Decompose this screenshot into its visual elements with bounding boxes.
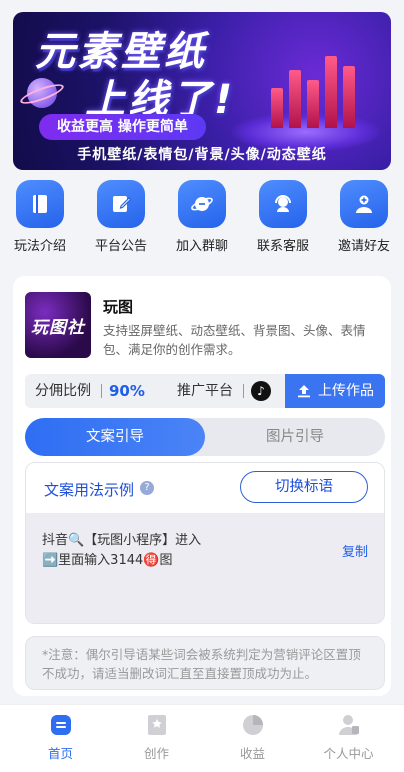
quick-link-label: 平台公告 bbox=[94, 239, 147, 254]
divider bbox=[243, 384, 244, 398]
app-description: 支持竖屏壁纸、动态壁纸、背景图、头像、表情包、满足你的创作需求。 bbox=[103, 323, 366, 357]
copy-text-line: ➡️里面输入3144🉐图 bbox=[42, 553, 173, 568]
copy-button[interactable]: 复制 bbox=[342, 541, 368, 560]
quick-link-join-group[interactable]: 加入群聊 bbox=[162, 180, 242, 254]
commission-value: 90% bbox=[109, 382, 145, 400]
app-thumbnail: 玩图社 bbox=[25, 292, 91, 358]
headset-icon bbox=[259, 180, 307, 228]
banner-subline: 手机壁纸/表情包/背景/头像/动态壁纸 bbox=[77, 147, 327, 163]
planet-chat-icon bbox=[178, 180, 226, 228]
copy-example-text[interactable]: 抖音🔍【玩图小程序】进入 ➡️里面输入3144🉐图 bbox=[42, 531, 201, 571]
quick-link-intro[interactable]: 玩法介绍 bbox=[0, 180, 80, 254]
nav-profile[interactable]: 个人中心 bbox=[298, 713, 399, 762]
help-icon[interactable]: ? bbox=[140, 481, 154, 495]
upload-work-button[interactable]: 上传作品 bbox=[285, 374, 385, 408]
profile-icon bbox=[338, 715, 359, 735]
copy-example-header: 文案用法示例 ? 切换标语 bbox=[26, 463, 384, 513]
platform-label: 推广平台 bbox=[177, 383, 233, 399]
book-icon bbox=[16, 180, 64, 228]
notice-text: *注意：偶尔引导语某些词会被系统判定为营销评论区置顶不成功，请适当删改词汇直至直… bbox=[25, 636, 385, 690]
quick-link-invite[interactable]: 邀请好友 bbox=[324, 180, 404, 254]
add-friend-icon bbox=[340, 180, 388, 228]
edit-note-icon bbox=[97, 180, 145, 228]
divider bbox=[101, 384, 102, 398]
tab-image-guide[interactable]: 图片引导 bbox=[205, 418, 385, 456]
tiktok-icon: ♪ bbox=[251, 381, 271, 401]
bar-chart-illustration bbox=[241, 36, 371, 146]
app-name: 玩图 bbox=[103, 298, 134, 316]
upload-icon bbox=[298, 385, 310, 398]
nav-label: 首页 bbox=[47, 746, 73, 761]
tab-text-guide[interactable]: 文案引导 bbox=[25, 418, 205, 456]
copy-text-line: 抖音🔍【玩图小程序】进入 bbox=[42, 533, 202, 548]
nav-home[interactable]: 首页 bbox=[10, 713, 111, 762]
bottom-nav: 首页 创作 收益 个人中心 bbox=[0, 704, 404, 772]
promo-banner[interactable]: 元素壁纸 上线了! 收益更高 操作更简单 手机壁纸/表情包/背景/头像/动态壁纸 bbox=[13, 12, 391, 170]
quick-link-label: 玩法介绍 bbox=[13, 239, 66, 254]
switch-slogan-button[interactable]: 切换标语 bbox=[240, 471, 368, 503]
app-card: 玩图社 玩图 支持竖屏壁纸、动态壁纸、背景图、头像、表情包、满足你的创作需求。 … bbox=[13, 276, 391, 696]
create-icon bbox=[147, 715, 166, 735]
commission-label: 分佣比例 bbox=[35, 383, 91, 399]
banner-title: 元素壁纸 上线了! bbox=[35, 29, 236, 123]
home-icon bbox=[50, 715, 71, 735]
nav-label: 收益 bbox=[239, 746, 265, 761]
nav-earnings[interactable]: 收益 bbox=[202, 713, 303, 762]
copy-example-title: 文案用法示例 bbox=[44, 481, 135, 499]
upload-label: 上传作品 bbox=[318, 383, 374, 399]
nav-label: 创作 bbox=[143, 746, 169, 761]
nav-create[interactable]: 创作 bbox=[106, 713, 207, 762]
banner-tagline: 收益更高 操作更简单 bbox=[39, 114, 206, 140]
copy-example-box: 文案用法示例 ? 切换标语 抖音🔍【玩图小程序】进入 ➡️里面输入3144🉐图 … bbox=[25, 462, 385, 624]
quick-link-announcement[interactable]: 平台公告 bbox=[81, 180, 161, 254]
guide-tabs: 文案引导 图片引导 bbox=[25, 418, 385, 456]
app-thumbnail-text: 玩图社 bbox=[31, 317, 85, 338]
quick-link-label: 加入群聊 bbox=[175, 239, 228, 254]
copy-example-body: 抖音🔍【玩图小程序】进入 ➡️里面输入3144🉐图 复制 bbox=[26, 513, 384, 623]
quick-link-label: 邀请好友 bbox=[337, 239, 390, 254]
stats-bar: 分佣比例 90% 推广平台 ♪ 上传作品 bbox=[25, 374, 385, 408]
earnings-icon bbox=[242, 715, 263, 735]
nav-label: 个人中心 bbox=[323, 746, 374, 761]
quick-link-support[interactable]: 联系客服 bbox=[243, 180, 323, 254]
quick-link-label: 联系客服 bbox=[256, 239, 309, 254]
quick-links: 玩法介绍 平台公告 加入群聊 联系客服 邀请好友 bbox=[0, 180, 404, 260]
